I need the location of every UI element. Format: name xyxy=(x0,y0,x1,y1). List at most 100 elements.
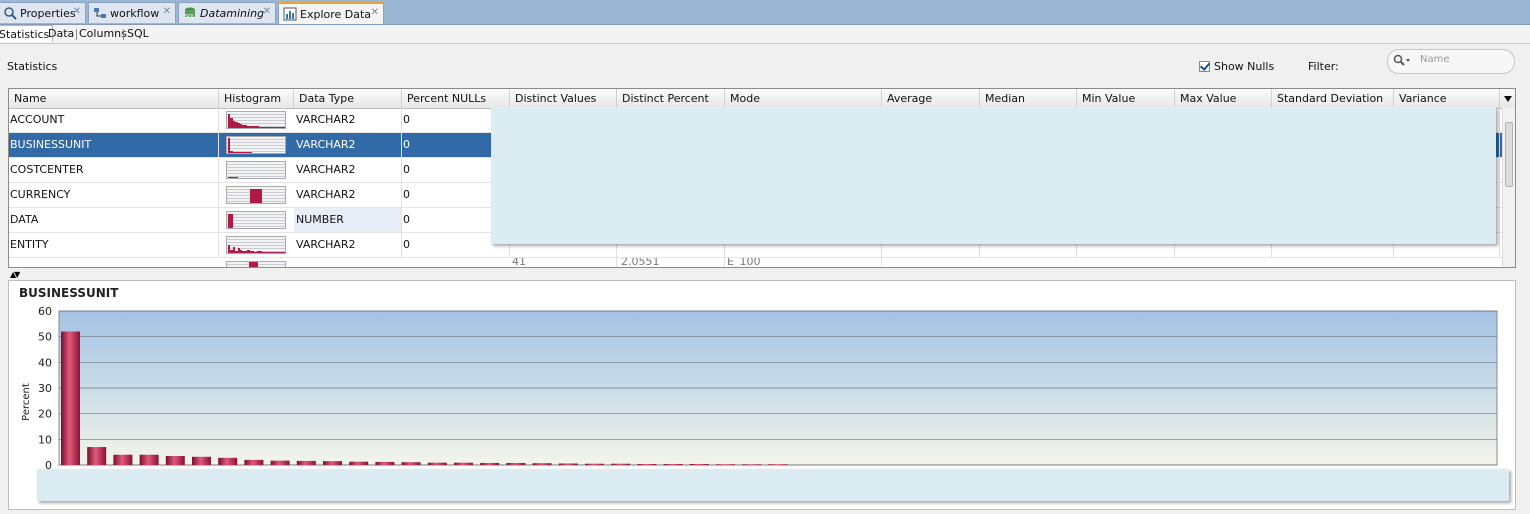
data-type-cell: VARCHAR2 xyxy=(294,108,402,132)
sparkline-bar xyxy=(259,188,262,203)
col-header-distinct-percent[interactable]: Distinct Percent xyxy=(617,89,725,108)
col-header-distinct-values[interactable]: Distinct Values xyxy=(510,89,617,108)
histogram-sparkline xyxy=(226,261,286,267)
col-header-data-type[interactable]: Data Type xyxy=(294,89,402,108)
search-icon[interactable] xyxy=(1393,54,1413,71)
col-header-standard-deviation[interactable]: Standard Deviation xyxy=(1272,89,1394,108)
close-icon[interactable]: ✕ xyxy=(163,6,171,17)
data-type-cell: VARCHAR2 xyxy=(294,233,402,257)
histogram-sparkline xyxy=(226,211,286,229)
col-header-mode[interactable]: Mode xyxy=(725,89,882,108)
histogram-sparkline xyxy=(226,111,286,129)
chart-bar xyxy=(244,459,264,465)
subtab-statistics[interactable]: Statistics xyxy=(0,25,54,42)
y-tick-label: 40 xyxy=(38,356,52,369)
table-vertical-scrollbar[interactable] xyxy=(1502,108,1515,267)
checkbox-checked-icon[interactable] xyxy=(1199,61,1210,72)
chart-bar xyxy=(139,454,159,465)
sparkline-bar xyxy=(283,127,285,128)
col-header-average[interactable]: Average xyxy=(882,89,980,108)
tooltip-overlay-bottom xyxy=(37,469,1509,501)
histogram-cell xyxy=(219,108,294,132)
close-icon[interactable]: ✕ xyxy=(73,6,81,17)
chart-bar xyxy=(532,463,552,465)
chart-bar xyxy=(218,457,238,465)
chart-bar xyxy=(716,464,735,465)
properties-icon xyxy=(3,6,17,20)
y-tick-label: 20 xyxy=(38,408,52,421)
search-placeholder: Name xyxy=(1420,54,1450,65)
column-chooser-dropdown[interactable] xyxy=(1500,89,1515,108)
show-nulls-label: Show Nulls xyxy=(1214,60,1275,73)
histogram-cell xyxy=(219,233,294,257)
histogram-sparkline xyxy=(226,186,286,204)
tab-datamining[interactable]: SQL Datamining ✕ xyxy=(178,2,276,23)
histogram-sparkline xyxy=(226,136,286,154)
statistics-label: Statistics xyxy=(7,60,58,73)
filter-search-input[interactable]: Name xyxy=(1387,49,1515,74)
chart-bar xyxy=(113,454,133,465)
chart-bar xyxy=(611,463,631,465)
subtab-sql[interactable]: SQL xyxy=(127,27,149,40)
explore-data-icon xyxy=(283,7,297,21)
sub-tab-bar: Statistics Data Columns SQL xyxy=(0,25,1530,44)
separator xyxy=(76,29,77,40)
sparkline-bar xyxy=(283,252,285,253)
col-header-name[interactable]: Name xyxy=(9,89,219,108)
show-nulls-checkbox[interactable]: Show Nulls xyxy=(1199,60,1274,73)
col-header-percent-nulls[interactable]: Percent NULLs xyxy=(402,89,510,108)
data-type-cell: VARCHAR2 xyxy=(294,183,402,207)
data-type-cell: VARCHAR2 xyxy=(294,158,402,182)
chart-bar xyxy=(506,462,526,465)
histogram-sparkline xyxy=(226,236,286,254)
close-icon[interactable]: ✕ xyxy=(371,7,379,18)
chart-bar xyxy=(480,462,500,465)
tab-properties[interactable]: Properties ✕ xyxy=(0,2,86,23)
chart-bar xyxy=(192,456,211,465)
histogram-cell xyxy=(219,158,294,182)
name-cell: ACCOUNT xyxy=(9,108,219,132)
col-header-median[interactable]: Median xyxy=(980,89,1077,108)
chart-bar xyxy=(401,462,421,465)
y-tick-label: 60 xyxy=(38,305,52,318)
tab-workflow[interactable]: workflow ✕ xyxy=(88,2,176,23)
close-icon[interactable]: ✕ xyxy=(263,6,271,17)
y-tick-label: 50 xyxy=(38,331,52,344)
tooltip-overlay xyxy=(491,107,1496,244)
y-tick-label: 10 xyxy=(38,433,52,446)
tab-explore-data[interactable]: Explore Data ✕ xyxy=(278,2,384,24)
sql-database-icon: SQL xyxy=(183,6,197,20)
sparkline-bar xyxy=(230,213,233,228)
statistics-panel: Statistics Show Nulls Filter: Name Name … xyxy=(0,44,1530,514)
data-type-cell: NUMBER xyxy=(294,208,402,232)
col-header-max-value[interactable]: Max Value xyxy=(1175,89,1272,108)
name-cell: DATA xyxy=(9,208,219,232)
filter-label: Filter: xyxy=(1308,60,1339,73)
tab-label: workflow xyxy=(110,6,160,20)
chart-bar xyxy=(689,463,709,465)
histogram-cell xyxy=(219,258,294,267)
col-header-min-value[interactable]: Min Value xyxy=(1077,89,1175,108)
name-cell: BUSINESSUNIT xyxy=(9,133,219,157)
distinct-values-cell: 41 xyxy=(510,258,617,267)
chart-bar xyxy=(349,461,369,465)
chart-bar xyxy=(454,462,473,465)
table-row-partial[interactable]: 41 2.0551 E_100 xyxy=(9,258,1503,267)
chart-bar xyxy=(427,462,447,465)
name-cell: ENTITY xyxy=(9,233,219,257)
editor-tab-strip: Properties ✕ workflow ✕ SQL Datamining ✕… xyxy=(0,0,1530,25)
col-header-variance[interactable]: Variance xyxy=(1394,89,1500,108)
chart-bar xyxy=(323,461,342,465)
chart-bar xyxy=(558,463,578,465)
splitter-arrows-icon[interactable]: ▲▼ xyxy=(10,270,20,279)
col-header-histogram[interactable]: Histogram xyxy=(219,89,294,108)
chart-bar xyxy=(375,461,395,465)
subtab-data[interactable]: Data xyxy=(48,27,74,40)
chart-bar xyxy=(61,331,80,465)
subtab-columns[interactable]: Columns xyxy=(79,27,127,40)
histogram-sparkline xyxy=(226,161,286,179)
name-cell: COSTCENTER xyxy=(9,158,219,182)
chart-bar xyxy=(742,464,762,465)
scrollbar-thumb[interactable] xyxy=(1505,122,1513,187)
chart-bar xyxy=(296,460,316,465)
